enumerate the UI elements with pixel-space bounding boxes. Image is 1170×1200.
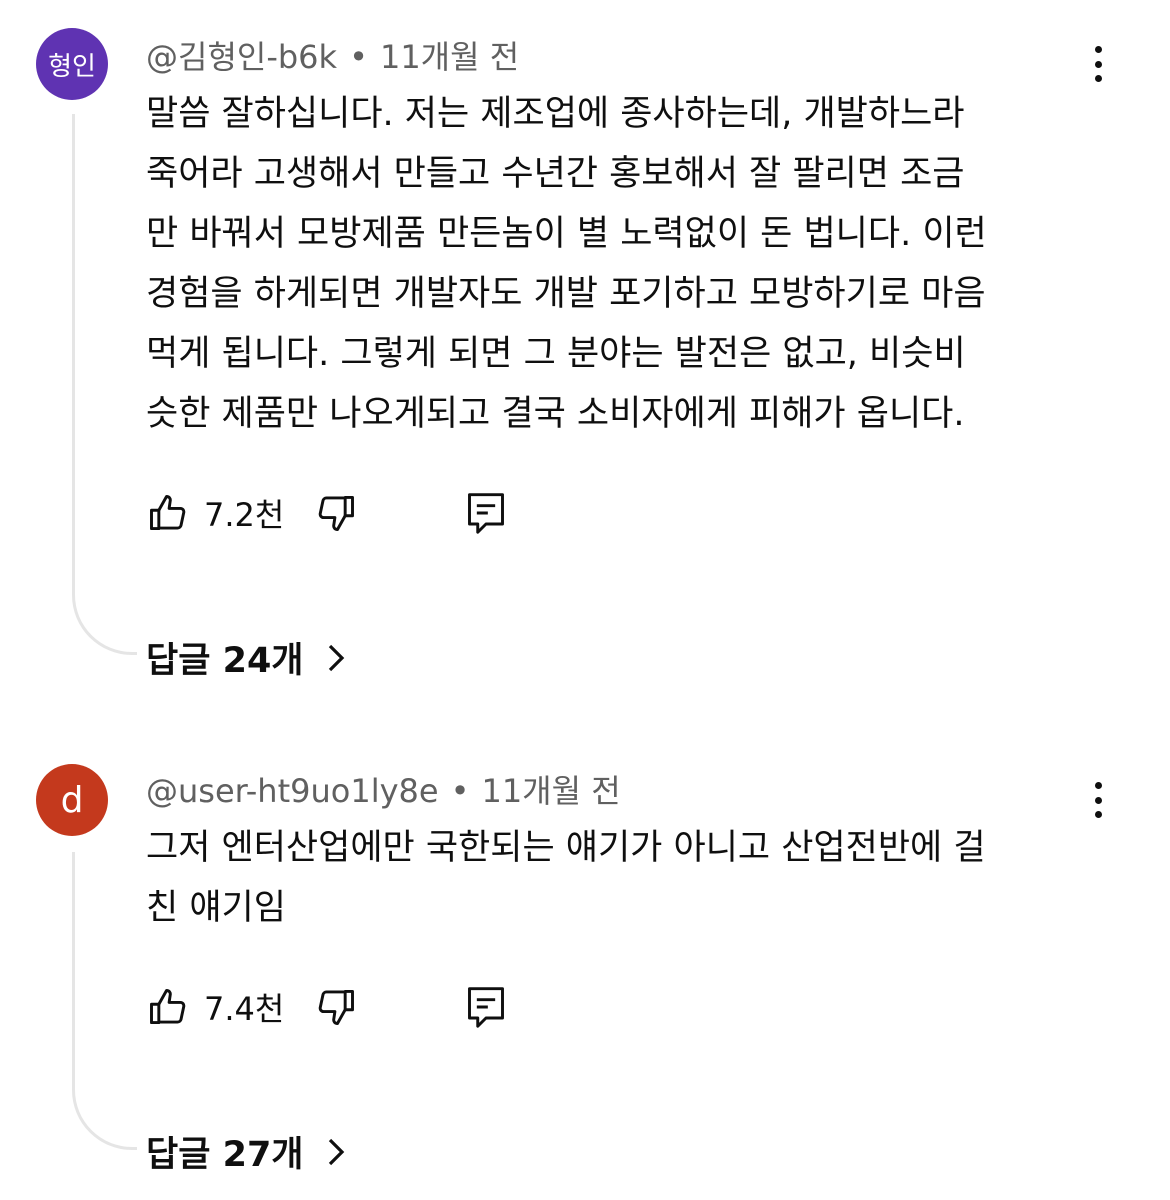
reply-icon xyxy=(468,987,505,1028)
more-vert-icon xyxy=(1094,46,1102,53)
comment-text: 말씀 잘하십니다. 저는 제조업에 종사하는데, 개발하느라 죽어라 고생해서 … xyxy=(146,94,987,434)
dislike-button[interactable] xyxy=(314,985,358,1029)
like-button[interactable] xyxy=(146,985,190,1029)
replies-label: 답글 27개 xyxy=(146,1135,304,1175)
chevron-right-icon xyxy=(326,642,346,674)
like-count: 7.4천 xyxy=(204,990,285,1028)
meta-separator: • xyxy=(450,772,470,810)
thumb-down-icon xyxy=(319,989,355,1025)
comment-meta: @김형인-b6k • 11개월 전 xyxy=(146,32,519,78)
replies-toggle[interactable]: 답글 24개 xyxy=(146,632,346,683)
reply-button[interactable] xyxy=(464,489,508,537)
thumb-up-icon xyxy=(150,989,186,1025)
chevron-right-icon xyxy=(326,1136,346,1168)
avatar-initials: d xyxy=(60,779,84,821)
comment-time: 11개월 전 xyxy=(481,772,621,810)
avatar-initials: 형인 xyxy=(48,51,96,82)
thread-line xyxy=(72,852,137,1150)
avatar[interactable]: d xyxy=(36,764,108,836)
dislike-button[interactable] xyxy=(314,491,358,535)
meta-separator: • xyxy=(349,38,368,76)
reply-icon xyxy=(468,493,505,534)
comment-actions: 7.4천 xyxy=(146,982,508,1032)
like-count: 7.2천 xyxy=(204,496,285,534)
thumb-down-icon xyxy=(319,495,355,531)
author-handle[interactable]: @김형인-b6k xyxy=(146,38,337,76)
comment-actions: 7.2천 xyxy=(146,488,508,538)
more-options-button[interactable] xyxy=(1080,40,1116,88)
more-options-button[interactable] xyxy=(1080,776,1116,824)
thread-line xyxy=(72,114,137,655)
replies-label: 답글 24개 xyxy=(146,641,304,681)
replies-toggle[interactable]: 답글 27개 xyxy=(146,1126,346,1177)
more-vert-icon xyxy=(1094,782,1102,789)
comment-meta: @user-ht9uo1ly8e • 11개월 전 xyxy=(146,766,621,812)
like-button[interactable] xyxy=(146,491,190,535)
thumb-up-icon xyxy=(150,495,186,531)
comment-time: 11개월 전 xyxy=(379,38,520,76)
comment-text: 그저 엔터산업에만 국한되는 얘기가 아니고 산업전반에 걸 친 얘기임 xyxy=(146,828,986,928)
author-handle[interactable]: @user-ht9uo1ly8e xyxy=(146,772,439,810)
reply-button[interactable] xyxy=(464,983,508,1031)
avatar[interactable]: 형인 xyxy=(36,28,108,100)
